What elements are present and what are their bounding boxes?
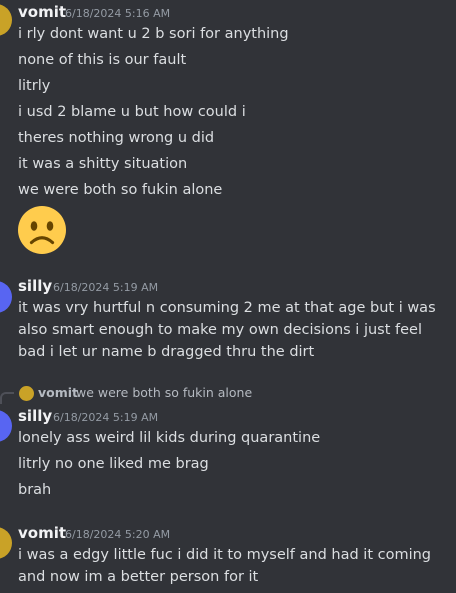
reply-preview[interactable]: we were both so fukin alone — [76, 385, 252, 400]
username[interactable]: vomit — [18, 524, 66, 542]
timestamp: 6/18/2024 5:19 AM — [53, 411, 159, 424]
username[interactable]: vomit — [18, 3, 66, 21]
message-line: brah — [18, 482, 52, 498]
reply-username[interactable]: vomit — [38, 385, 78, 400]
message-line: none of this is our fault — [18, 52, 187, 68]
avatar[interactable] — [0, 281, 12, 313]
username[interactable]: silly — [18, 407, 52, 425]
message-line: theres nothing wrong u did — [18, 130, 215, 146]
username[interactable]: silly — [18, 277, 52, 295]
timestamp: 6/18/2024 5:19 AM — [53, 281, 159, 294]
timestamp: 6/18/2024 5:16 AM — [65, 7, 171, 20]
avatar[interactable] — [0, 410, 12, 442]
avatar[interactable] — [0, 527, 12, 559]
message-line: we were both so fukin alone — [18, 182, 223, 198]
message-line: litrly — [18, 78, 51, 94]
reply-line — [0, 392, 14, 404]
frowning-face-icon — [18, 206, 66, 254]
message-line: lonely ass weird lil kids during quarant… — [18, 430, 321, 446]
message-line: i was a edgy little fuc i did it to myse… — [18, 547, 432, 585]
message-line: it was vry hurtful n consuming 2 me at t… — [18, 300, 436, 360]
message-line: i usd 2 blame u but how could i — [18, 104, 246, 120]
avatar[interactable] — [0, 4, 12, 36]
reply-avatar — [19, 386, 34, 401]
message-line: it was a shitty situation — [18, 156, 188, 172]
message-line: litrly no one liked me brag — [18, 456, 209, 472]
timestamp: 6/18/2024 5:20 AM — [65, 528, 171, 541]
message-line: i rly dont want u 2 b sori for anything — [18, 26, 289, 42]
